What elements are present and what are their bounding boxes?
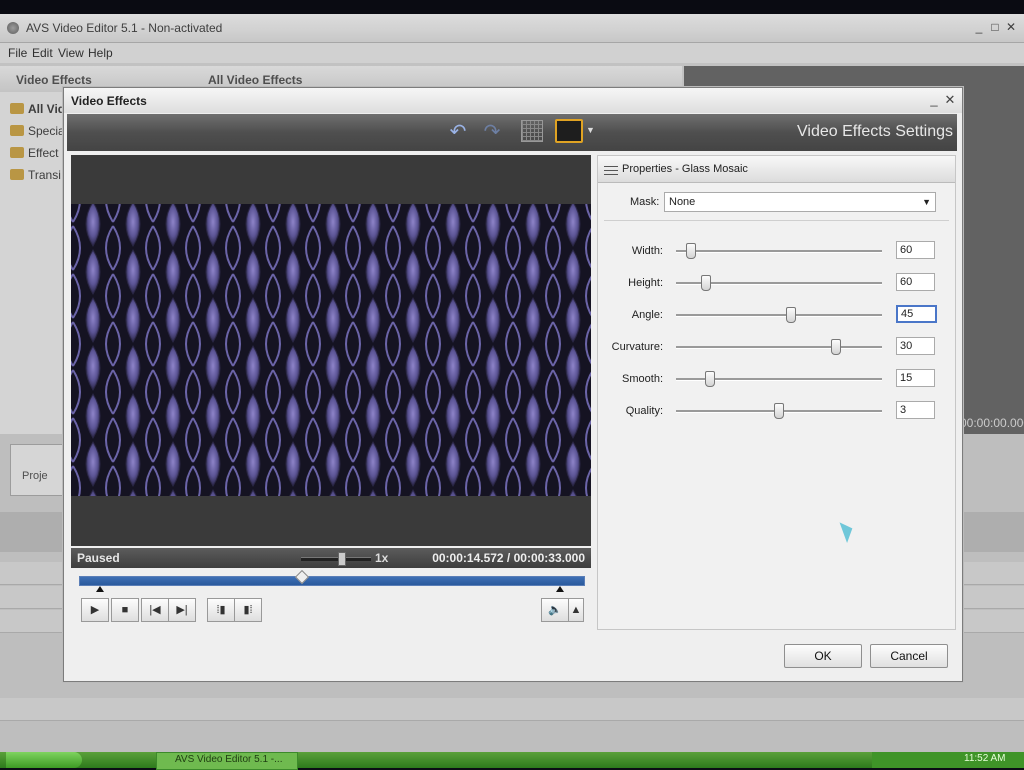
glass-mosaic-preview <box>71 204 591 496</box>
next-frame-button[interactable]: ▶| <box>168 598 196 622</box>
taskbar-app-button[interactable]: AVS Video Editor 5.1 -... <box>156 752 298 770</box>
toolbar-title: Video Effects Settings <box>797 123 953 140</box>
clock: 11:52 AM <box>964 753 1006 764</box>
property-label: Quality: <box>625 405 663 417</box>
seek-thumb[interactable] <box>294 569 310 585</box>
preview-pane <box>71 155 591 546</box>
property-row-smooth: Smooth: 15 <box>598 368 955 390</box>
property-label: Height: <box>628 277 663 289</box>
speed-label: 1x <box>375 551 389 565</box>
seek-bar[interactable] <box>79 569 585 592</box>
chevron-up-icon: ▲ <box>570 604 582 616</box>
height-slider[interactable] <box>676 275 882 291</box>
angle-value-field[interactable]: 45 <box>896 305 937 323</box>
property-label: Width: <box>631 245 663 257</box>
curvature-slider[interactable] <box>676 339 882 355</box>
taskbar-app-label: AVS Video Editor 5.1 -... <box>175 754 283 765</box>
stop-icon: ■ <box>121 604 129 616</box>
mark-in-button[interactable]: ⁞▮ <box>207 598 235 622</box>
mark-in-icon: ⁞▮ <box>216 604 226 616</box>
curvature-value-field[interactable]: 30 <box>896 337 935 355</box>
speed-slider-thumb[interactable] <box>338 552 346 566</box>
chevron-down-icon[interactable]: ▼ <box>922 197 931 207</box>
taskbar: AVS Video Editor 5.1 -... 11:52 AM <box>0 752 1024 770</box>
grid-icon[interactable] <box>521 120 543 142</box>
system-tray: 11:52 AM <box>872 752 1024 768</box>
volume-button[interactable]: 🔈 <box>541 598 569 622</box>
dialog-titlebar: Video Effects _ ✕ <box>64 88 962 113</box>
property-row-height: Height: 60 <box>598 272 955 294</box>
speed-slider[interactable] <box>301 552 371 566</box>
volume-menu-button[interactable]: ▲ <box>568 598 584 622</box>
video-effects-dialog: Video Effects _ ✕ ↶ ↷ ▼ Video Effects Se… <box>63 87 963 682</box>
slider-thumb[interactable] <box>831 339 841 355</box>
playback-status: Paused <box>77 551 120 565</box>
previous-frame-button[interactable]: |◀ <box>141 598 169 622</box>
mask-select[interactable]: None ▼ <box>664 192 936 212</box>
property-row-width: Width: 60 <box>598 240 955 262</box>
property-row-angle: Angle: 45 <box>598 304 955 326</box>
mark-out-icon[interactable] <box>556 586 564 592</box>
dialog-title: Video Effects <box>71 94 147 108</box>
start-button[interactable] <box>6 752 82 768</box>
preview-status-bar: Paused 1x 00:00:14.572 / 00:00:33.000 <box>71 548 591 568</box>
divider <box>604 220 949 221</box>
properties-panel: Properties - Glass Mosaic Mask: None ▼ W… <box>597 155 956 630</box>
time-readout: 00:00:14.572 / 00:00:33.000 <box>432 551 585 565</box>
stop-button[interactable]: ■ <box>111 598 139 622</box>
mask-label: Mask: <box>630 196 660 208</box>
dialog-close-icon[interactable]: ✕ <box>943 92 957 108</box>
mask-value: None <box>669 196 696 208</box>
mark-out-icon: ▮⁞ <box>243 604 253 616</box>
property-row-quality: Quality: 3 <box>598 400 955 422</box>
play-icon: ▶ <box>90 604 100 616</box>
properties-icon <box>604 163 618 175</box>
undo-icon[interactable]: ↶ <box>445 120 471 144</box>
width-slider[interactable] <box>676 243 882 259</box>
speaker-icon: 🔈 <box>548 604 562 616</box>
property-row-curvature: Curvature: 30 <box>598 336 955 358</box>
chevron-down-icon[interactable]: ▼ <box>586 125 595 135</box>
skip-back-icon: |◀ <box>149 604 161 616</box>
property-label: Smooth: <box>622 373 663 385</box>
slider-thumb[interactable] <box>686 243 696 259</box>
ok-button[interactable]: OK <box>784 644 862 668</box>
property-label: Curvature: <box>611 341 663 353</box>
mark-out-button[interactable]: ▮⁞ <box>234 598 262 622</box>
slider-thumb[interactable] <box>705 371 715 387</box>
redo-icon[interactable]: ↷ <box>479 120 505 144</box>
quality-value-field[interactable]: 3 <box>896 401 935 419</box>
smooth-slider[interactable] <box>676 371 882 387</box>
monitor-icon[interactable] <box>555 119 583 143</box>
properties-title: Properties - Glass Mosaic <box>622 163 748 175</box>
skip-forward-icon: ▶| <box>176 604 188 616</box>
mark-in-icon[interactable] <box>96 586 104 592</box>
slider-thumb[interactable] <box>786 307 796 323</box>
dialog-toolbar: ↶ ↷ ▼ Video Effects Settings <box>67 114 957 151</box>
preview-video-frame <box>71 204 591 496</box>
properties-header: Properties - Glass Mosaic <box>598 156 955 183</box>
property-label: Angle: <box>631 309 663 321</box>
smooth-value-field[interactable]: 15 <box>896 369 935 387</box>
slider-thumb[interactable] <box>774 403 784 419</box>
cancel-button[interactable]: Cancel <box>870 644 948 668</box>
height-value-field[interactable]: 60 <box>896 273 935 291</box>
quality-slider[interactable] <box>676 403 882 419</box>
slider-thumb[interactable] <box>701 275 711 291</box>
dialog-minimize-icon[interactable]: _ <box>927 92 941 108</box>
angle-slider[interactable] <box>676 307 882 323</box>
play-button[interactable]: ▶ <box>81 598 109 622</box>
width-value-field[interactable]: 60 <box>896 241 935 259</box>
